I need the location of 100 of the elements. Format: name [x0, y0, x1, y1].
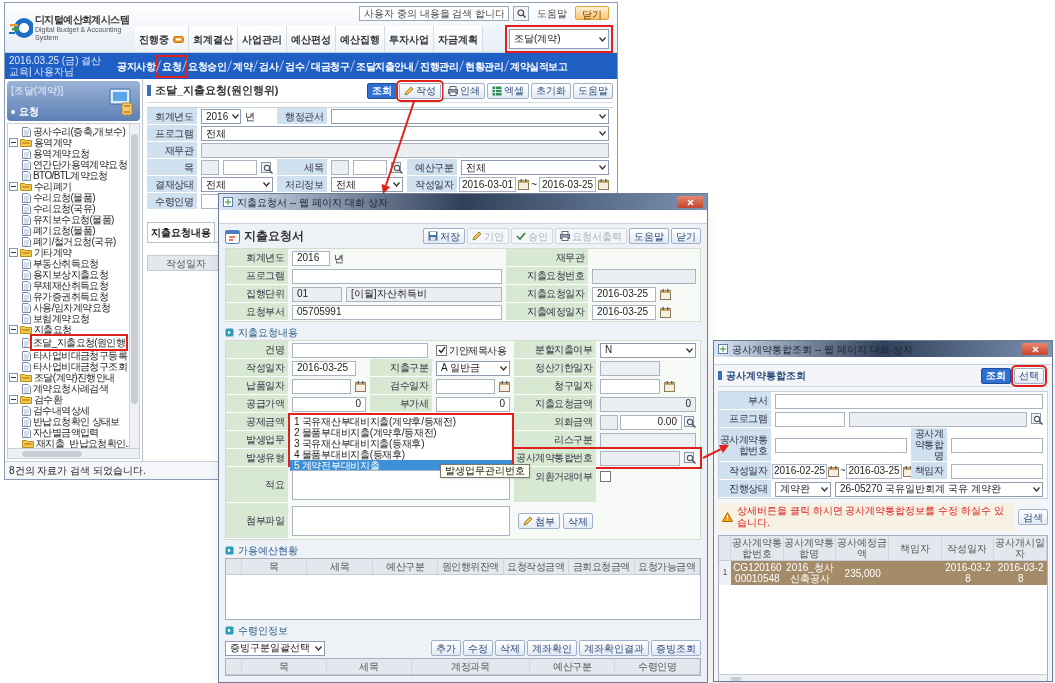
toolbar-button[interactable]: 조회 [367, 82, 397, 99]
toolbar-button[interactable]: 초기화 [531, 82, 571, 99]
tree-item[interactable]: 타사업비대금청구조회 [33, 361, 127, 372]
select-field[interactable]: A 일반금 [436, 360, 510, 376]
select-field[interactable]: 증빙구분일괄선택 [225, 640, 325, 656]
menu-link[interactable]: 현황관리 [463, 58, 505, 74]
tree-item[interactable]: 수리요청(물품) [33, 192, 95, 203]
tree-item[interactable]: 부동산취득요청 [33, 258, 99, 269]
close-button[interactable]: 닫기 [575, 6, 609, 20]
tree-item[interactable]: 수리폐기 [34, 181, 72, 192]
menu-link[interactable]: 계약 [231, 58, 254, 74]
tree-item[interactable]: 보험계약요청 [33, 313, 90, 324]
tree-item[interactable]: 검수환 [34, 394, 63, 405]
tree-item[interactable]: 조달_지출요청(원인행 [33, 337, 126, 348]
menu-link[interactable]: 공지사항 [115, 58, 157, 74]
menu-link[interactable]: 조달지출안내 [354, 58, 415, 74]
input-field[interactable]: 2016 [292, 250, 330, 266]
tree-item[interactable]: 유지보수요청(물품) [33, 214, 114, 225]
select-field[interactable]: 26-05270 국유일반회계 국유 계약완 [835, 481, 1043, 497]
select-field[interactable]: 2016 [201, 109, 241, 124]
toolbar-button[interactable]: 선택 [1014, 367, 1044, 384]
input-field[interactable]: 01 [292, 286, 342, 302]
tree-item[interactable]: 폐기/철거요청(국유) [33, 236, 116, 247]
tab[interactable]: 지출요청내용 [147, 222, 215, 242]
toolbar-button[interactable]: 엑셀 [487, 82, 529, 99]
toolbar-button[interactable]: 증빙조회 [651, 640, 701, 656]
tree-item[interactable]: 자산별금액입력 [33, 427, 99, 438]
tree-item[interactable]: 용역계약요청 [33, 148, 90, 159]
tree-item[interactable]: 용지보상지출요청 [33, 269, 109, 280]
toolbar-button[interactable]: 저장 [423, 228, 465, 244]
input-field[interactable]: [이월]자산취득비 [346, 286, 502, 302]
tree-item[interactable]: 무체재산취득요청 [33, 280, 109, 291]
toolbar-button[interactable]: 인쇄 [443, 82, 485, 99]
menu-link[interactable]: 검사 [257, 58, 280, 74]
toolbar-button[interactable]: 조회 [981, 367, 1011, 384]
input-field[interactable]: 0 [292, 396, 366, 412]
tree-item[interactable]: 반납요청확인 상태보 [33, 416, 120, 427]
input-field[interactable]: 0 [436, 396, 510, 412]
select-field[interactable]: 전체 [201, 126, 609, 141]
search-field[interactable]: 사용자 중의 내용을 검색 합니다 [359, 5, 509, 21]
tree-item[interactable]: 사용/임차계약요청 [33, 302, 111, 313]
toolbar-button[interactable]: 추가 [431, 640, 461, 656]
toolbar-button[interactable]: 수정 [463, 640, 493, 656]
menu-link[interactable]: 진행관리 [418, 58, 460, 74]
toolbar-button[interactable]: 닫기 [671, 228, 701, 244]
tree-item[interactable]: 지출요청 [34, 324, 72, 335]
select-field[interactable]: 계약완 [775, 481, 831, 497]
tree-item[interactable]: 용역계약 [34, 137, 72, 148]
select-field[interactable]: 전체 [461, 160, 609, 175]
menu-link[interactable]: 계약실적보고 [508, 58, 569, 74]
tree-item[interactable]: BTO/BTL계약요청 [33, 170, 108, 181]
input-field[interactable]: 2016-03-25 [592, 286, 656, 302]
input-field[interactable]: 2016-03-25 [846, 463, 902, 479]
select-field[interactable]: 전체 [201, 177, 273, 192]
toolbar-button[interactable]: 작성 [399, 82, 441, 99]
tree-item[interactable]: 검수내역상세 [33, 405, 90, 416]
tree-item[interactable]: 폐기요청(물품) [33, 225, 95, 236]
menu-tab[interactable]: 자금계획 [434, 26, 483, 52]
select-field[interactable]: N [600, 342, 696, 358]
menu-tab[interactable]: 투자사업 [385, 26, 434, 52]
menu-tab[interactable]: 예산집행 [336, 26, 385, 52]
tree-item[interactable]: 기타계약 [34, 247, 72, 258]
toolbar-button[interactable]: 도움말 [629, 228, 669, 244]
tree-item[interactable]: 유가증권취득요청 [33, 291, 109, 302]
input-field[interactable]: 2016-03-25 [592, 304, 656, 320]
menu-link[interactable]: 검수 [283, 58, 306, 74]
toolbar-button[interactable]: 첨부 [518, 513, 560, 529]
menu-tab[interactable]: 회계결산 [189, 26, 238, 52]
list-option[interactable]: 1 국유재산부대비지출(계약후/등재전) [290, 416, 512, 427]
toolbar-button[interactable]: 계좌확인 [527, 640, 577, 656]
tree-item[interactable]: 계약요청사례검색 [33, 383, 109, 394]
input-field[interactable]: 2016-03-25 [292, 360, 356, 376]
menu-link[interactable]: 요청승인 [186, 58, 228, 74]
toolbar-button[interactable]: 삭제 [563, 513, 593, 529]
tree-item[interactable]: 타사업비대금청구등록 [33, 350, 127, 361]
tree-item[interactable]: 공사수리(증축,개보수) [33, 126, 126, 137]
menu-tab[interactable]: 사업관리 [238, 26, 287, 52]
input-field[interactable]: 2016-02-25 [772, 463, 828, 479]
input-field[interactable]: 0 [600, 396, 696, 412]
input-field[interactable]: 0.00 [620, 414, 682, 430]
column-header: 요청작성금액 [503, 559, 570, 574]
list-option[interactable]: 3 국유재산부대비지출(등재후) [290, 438, 512, 449]
help-link[interactable]: 도움말 [533, 5, 571, 21]
select-field[interactable]: 전체 [331, 177, 403, 192]
list-option[interactable]: 2 물품부대비지출(계약후/등재전) [290, 427, 512, 438]
menu-link[interactable]: 대금청구 [309, 58, 351, 74]
list-option[interactable]: 4 물품부대비지출(등재후) [290, 449, 512, 460]
tree-item[interactable]: 연간단가용역계약요청 [33, 159, 127, 170]
toolbar-button[interactable]: 삭제 [495, 640, 525, 656]
tree-item[interactable]: 수리요청(국유) [33, 203, 95, 214]
input-field[interactable]: 05705991 [292, 304, 502, 320]
input-field[interactable]: 2016-03-25 [539, 177, 597, 192]
toolbar-button[interactable]: 도움말 [573, 82, 613, 99]
tree-item[interactable]: 조달(계약)진행안내 [34, 372, 115, 383]
menu-tab[interactable]: 진행중 [135, 26, 189, 52]
toolbar-button[interactable]: 계좌확인결과 [579, 640, 649, 656]
toolbar-button[interactable]: 검색 [1018, 509, 1048, 525]
section-title: 요청 [19, 106, 39, 117]
menu-tab[interactable]: 예산편성 [287, 26, 336, 52]
input-field[interactable]: 2016-03-01 [459, 177, 517, 192]
